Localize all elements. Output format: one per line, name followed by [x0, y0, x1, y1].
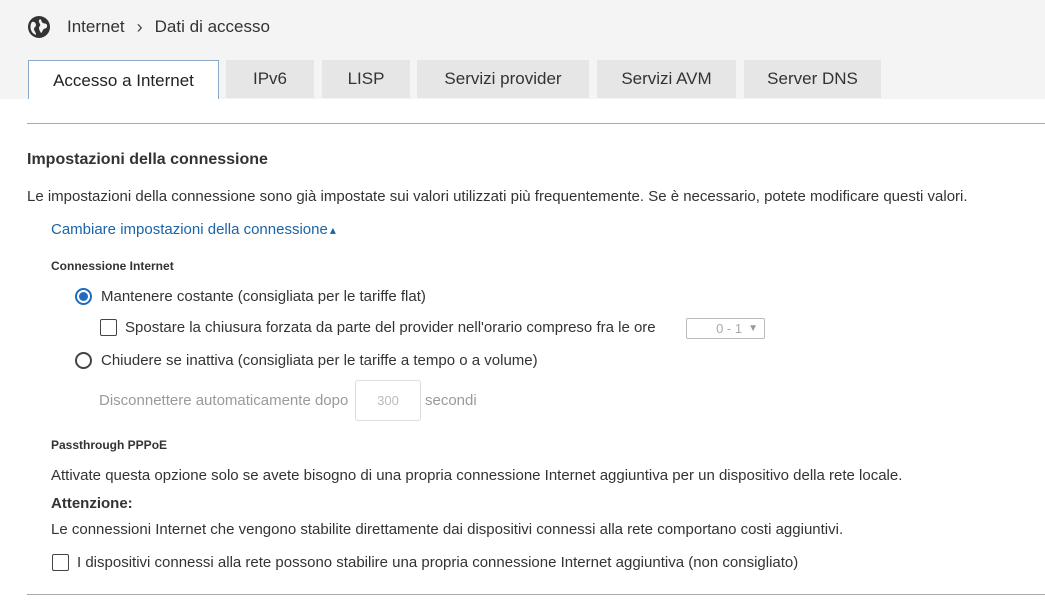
breadcrumb-root[interactable]: Internet: [67, 17, 125, 37]
idle-disconnect-label[interactable]: Chiudere se inattiva (consigliata per le…: [101, 352, 538, 369]
breadcrumb-current: Dati di accesso: [154, 17, 270, 36]
breadcrumb: Internet › Dati di accesso: [27, 14, 270, 40]
globe-icon: [28, 16, 50, 38]
auto-disconnect-label: Disconnettere automaticamente dopo: [99, 392, 349, 409]
main-content: Impostazioni della connessione Le impost…: [0, 99, 1045, 605]
pppoe-heading: Passthrough PPPoE: [51, 438, 168, 452]
idle-disconnect-radio[interactable]: [75, 352, 92, 369]
tab-accesso-internet[interactable]: Accesso a Internet: [28, 60, 219, 100]
shift-hour-select[interactable]: 0 - 1 ▼: [686, 318, 765, 339]
auto-disconnect-unit: secondi: [425, 392, 477, 409]
breadcrumb-separator: ›: [136, 16, 143, 37]
pppoe-warning-label: Attenzione:: [51, 495, 133, 512]
auto-disconnect-input[interactable]: 300: [355, 380, 421, 421]
pppoe-passthrough-label[interactable]: I dispositivi connessi alla rete possono…: [77, 554, 798, 571]
tab-servizi-provider[interactable]: Servizi provider: [417, 60, 589, 98]
keep-connection-radio[interactable]: [75, 288, 92, 305]
keep-connection-label[interactable]: Mantenere costante (consigliata per le t…: [101, 288, 426, 305]
connection-heading: Connessione Internet: [51, 259, 174, 273]
pppoe-info: Attivate questa opzione solo se avete bi…: [51, 467, 903, 484]
chevron-down-icon: ▼: [748, 323, 758, 334]
header: Internet › Dati di accesso Accesso a Int…: [0, 0, 1045, 100]
change-settings-link[interactable]: Cambiare impostazioni della connessione ▴: [51, 221, 336, 238]
change-settings-label[interactable]: Cambiare impostazioni della connessione: [51, 221, 328, 238]
tab-ipv6[interactable]: IPv6: [226, 60, 314, 98]
shift-hour-value: 0 - 1: [716, 321, 743, 336]
tab-servizi-avm[interactable]: Servizi AVM: [597, 60, 736, 98]
shift-disconnect-checkbox[interactable]: [100, 319, 117, 336]
bottom-divider: [27, 594, 1045, 595]
section-title: Impostazioni della connessione: [27, 151, 268, 168]
section-description: Le impostazioni della connessione sono g…: [27, 188, 968, 205]
tab-lisp[interactable]: LISP: [322, 60, 410, 98]
top-divider: [27, 123, 1045, 124]
caret-up-icon: ▴: [329, 223, 336, 237]
tab-server-dns[interactable]: Server DNS: [744, 60, 881, 98]
shift-disconnect-label[interactable]: Spostare la chiusura forzata da parte de…: [125, 319, 656, 336]
pppoe-passthrough-checkbox[interactable]: [52, 554, 69, 571]
auto-disconnect-value: 300: [377, 393, 399, 408]
pppoe-warning-text: Le connessioni Internet che vengono stab…: [51, 521, 844, 538]
